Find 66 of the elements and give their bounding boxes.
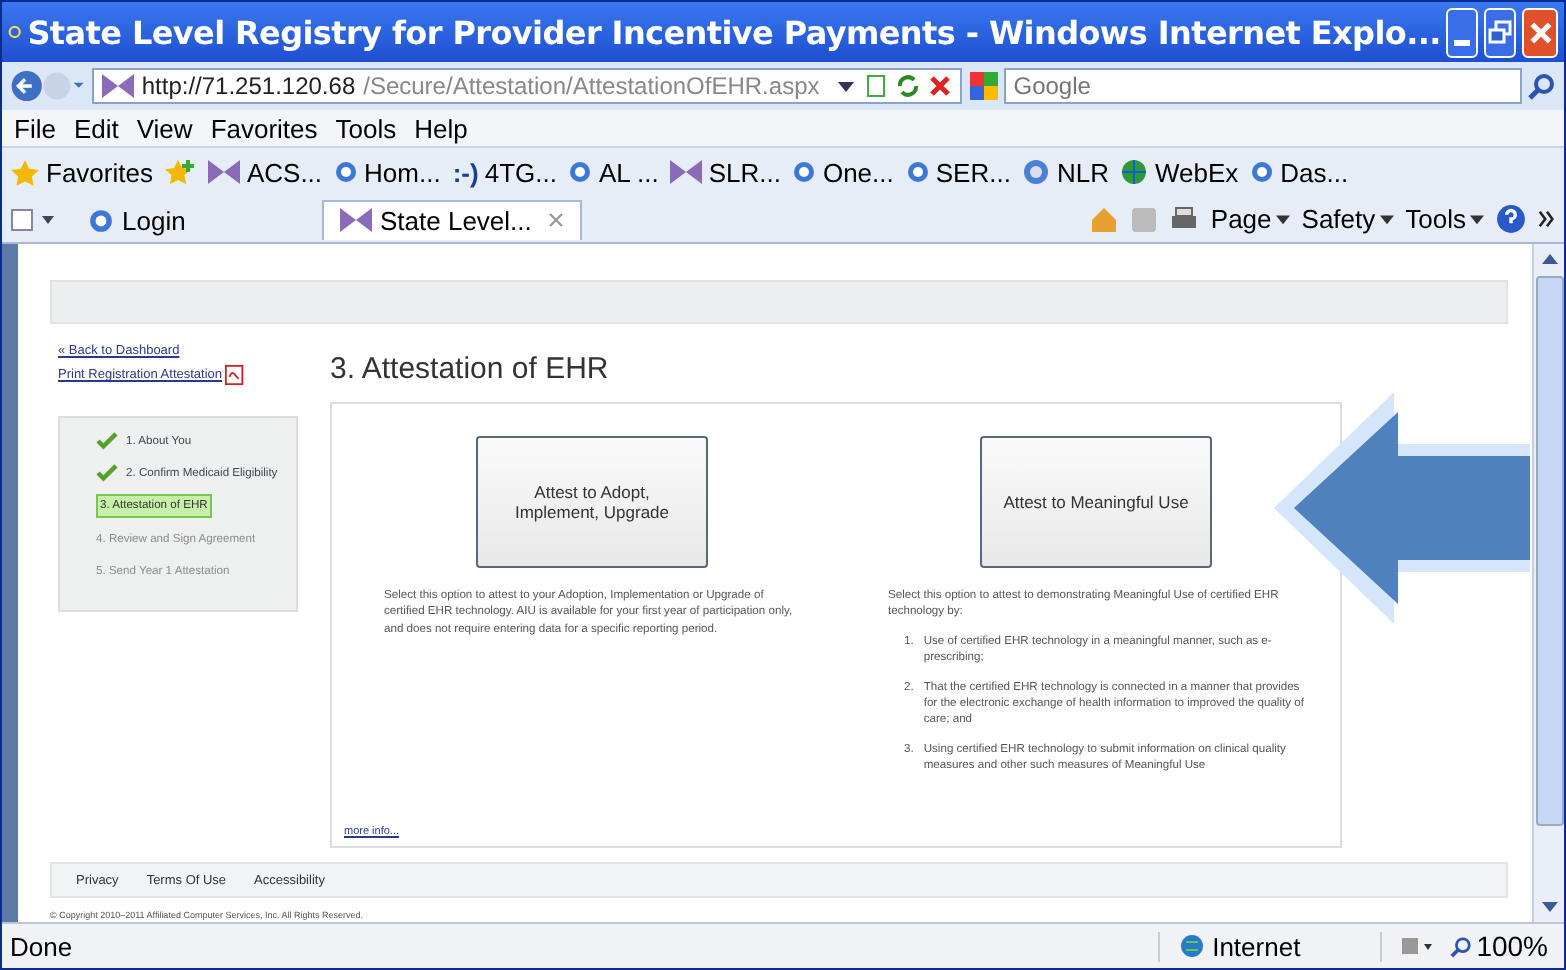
browser-tab[interactable]: Login: [70, 199, 310, 239]
favorite-link[interactable]: SER...: [905, 157, 1011, 187]
close-tab-icon[interactable]: [548, 212, 564, 228]
restore-icon: [1488, 20, 1513, 44]
caret-icon: [1470, 212, 1484, 226]
page-heading: 3. Attestation of EHR: [330, 352, 611, 386]
pdf-icon: [224, 364, 247, 386]
menu-item[interactable]: File: [14, 113, 56, 143]
search-icon[interactable]: [1528, 72, 1556, 100]
attest-option-button[interactable]: Attest to Meaningful Use: [980, 436, 1212, 568]
favorite-link[interactable]: WebEx: [1120, 157, 1239, 187]
favorite-link[interactable]: Hom...: [334, 157, 441, 187]
chevron-icon[interactable]: [1538, 210, 1556, 228]
window-title: State Level Registry for Provider Incentive Payments - Windows Internet Explo...: [27, 13, 1441, 51]
magnifier-icon: [1450, 935, 1473, 957]
scroll-down-icon[interactable]: [1541, 898, 1557, 914]
vertical-scrollbar[interactable]: [1532, 244, 1564, 922]
menu-item[interactable]: Edit: [73, 113, 119, 143]
favorite-link[interactable]: NLR: [1022, 157, 1109, 187]
favorites-button[interactable]: Favorites: [10, 157, 153, 187]
google-logo-icon: [969, 72, 998, 100]
restore-button[interactable]: [1484, 7, 1517, 57]
ring-icon: [1022, 158, 1051, 186]
zoom-level[interactable]: 100%: [1450, 930, 1548, 962]
favorite-link[interactable]: AL ...: [568, 157, 659, 187]
close-button[interactable]: [1522, 7, 1558, 57]
favorite-link[interactable]: Das...: [1250, 157, 1349, 187]
url-path: /Secure/Attestation/AttestationOfEHR.aspx: [363, 72, 820, 100]
quick-tabs-icon[interactable]: [10, 207, 58, 231]
favorite-link[interactable]: ACS...: [208, 157, 323, 187]
command-menu[interactable]: Page: [1210, 204, 1290, 234]
checkmark-icon: [96, 432, 118, 450]
close-icon: [1527, 19, 1554, 45]
favorite-link[interactable]: SLR...: [670, 157, 781, 187]
menu-item[interactable]: Help: [414, 113, 468, 143]
favorite-link[interactable]: :-) 4TG...: [452, 157, 557, 187]
dropdown-icon[interactable]: [835, 76, 856, 96]
url-host: http://71.251.120.68: [141, 72, 356, 100]
attest-option-button[interactable]: Attest to Adopt, Implement, Upgrade: [476, 436, 708, 568]
globe-icon: [1180, 934, 1205, 958]
search-field[interactable]: Google: [1003, 68, 1522, 104]
command-menu[interactable]: Tools: [1405, 204, 1484, 234]
print-icon[interactable]: [1170, 205, 1199, 233]
checkmark-icon: [96, 464, 118, 482]
command-menu[interactable]: Safety: [1301, 204, 1394, 234]
status-text: Done: [10, 931, 73, 961]
stop-icon[interactable]: [927, 74, 952, 98]
favorite-link[interactable]: One...: [792, 157, 894, 187]
add-favorite-icon[interactable]: [164, 158, 197, 186]
browser-tab[interactable]: State Level...: [322, 199, 582, 239]
minimize-button[interactable]: [1446, 7, 1479, 57]
back-forward-icon[interactable]: [10, 66, 84, 106]
refresh-icon[interactable]: [895, 74, 920, 98]
scroll-up-icon[interactable]: [1541, 252, 1557, 268]
security-zone: Internet: [1212, 931, 1301, 961]
minimize-icon: [1454, 39, 1471, 45]
globe-icon: [1120, 158, 1149, 186]
menu-item[interactable]: Favorites: [210, 113, 318, 143]
e-logo-icon: [8, 20, 22, 44]
caret-icon: [1379, 212, 1394, 226]
help-icon[interactable]: [1496, 204, 1526, 234]
menu-item[interactable]: View: [136, 113, 193, 143]
address-field[interactable]: http://71.251.120.68 /Secure/Attestation/AttestationOfEHR.aspx: [91, 68, 962, 104]
menu-item[interactable]: Tools: [335, 113, 397, 143]
star-icon: [10, 157, 40, 187]
caret-icon: [1275, 212, 1290, 226]
